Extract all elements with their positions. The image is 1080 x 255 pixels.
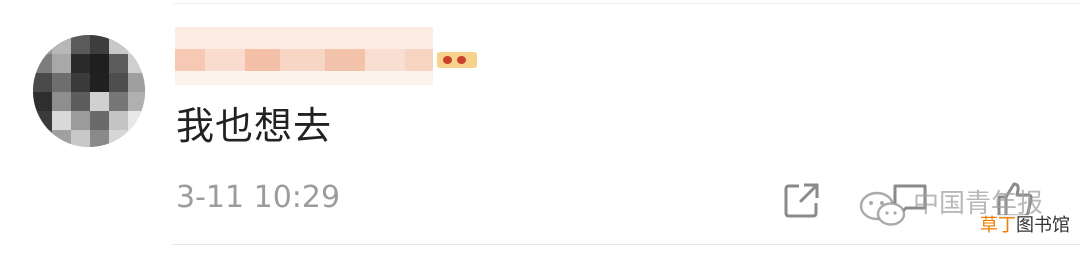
username-redacted[interactable] <box>175 17 550 97</box>
share-icon <box>784 183 819 218</box>
watermark-library: 草丁图书馆 <box>978 215 1072 237</box>
avatar[interactable] <box>33 35 145 147</box>
comment-text: 我也想去 <box>176 104 333 148</box>
watermark: 中国青年报 草丁图书馆 <box>855 185 1080 245</box>
share-button[interactable] <box>782 180 822 220</box>
watermark-library-prefix: 草丁 <box>980 215 1016 236</box>
bottom-divider <box>173 244 1080 245</box>
vip-badge-icon <box>437 52 477 68</box>
top-divider <box>173 3 1080 4</box>
timestamp: 3-11 10:29 <box>176 180 341 215</box>
watermark-library-suffix: 图书馆 <box>1016 215 1070 236</box>
wechat-icon <box>859 191 906 226</box>
